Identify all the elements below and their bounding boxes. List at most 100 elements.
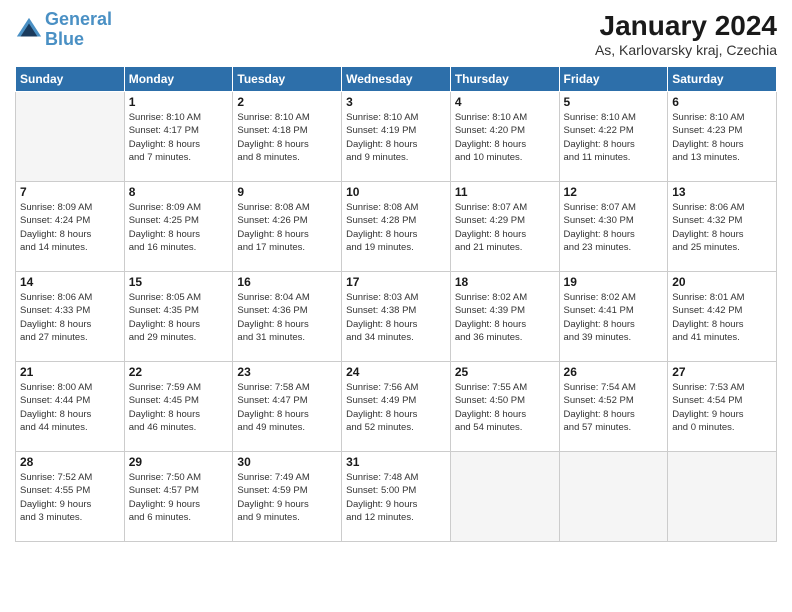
calendar-cell: 13 Sunrise: 8:06 AMSunset: 4:32 PMDayligh…	[668, 182, 777, 272]
page-container: General Blue January 2024 As, Karlovarsk…	[0, 0, 792, 552]
weekday-header-monday: Monday	[124, 67, 233, 92]
day-info: Sunrise: 8:10 AMSunset: 4:17 PMDaylight:…	[129, 111, 229, 164]
day-info: Sunrise: 7:54 AMSunset: 4:52 PMDaylight:…	[564, 381, 664, 434]
day-number: 27	[672, 365, 772, 379]
day-info: Sunrise: 7:52 AMSunset: 4:55 PMDaylight:…	[20, 471, 120, 524]
day-info: Sunrise: 8:02 AMSunset: 4:41 PMDaylight:…	[564, 291, 664, 344]
day-info: Sunrise: 8:06 AMSunset: 4:32 PMDaylight:…	[672, 201, 772, 254]
weekday-header-wednesday: Wednesday	[342, 67, 451, 92]
day-number: 15	[129, 275, 229, 289]
day-number: 23	[237, 365, 337, 379]
calendar-cell: 11 Sunrise: 8:07 AMSunset: 4:29 PMDayligh…	[450, 182, 559, 272]
day-info: Sunrise: 7:59 AMSunset: 4:45 PMDaylight:…	[129, 381, 229, 434]
day-info: Sunrise: 7:49 AMSunset: 4:59 PMDaylight:…	[237, 471, 337, 524]
day-number: 4	[455, 95, 555, 109]
calendar-cell	[16, 92, 125, 182]
location-label: As, Karlovarsky kraj, Czechia	[595, 42, 777, 58]
day-info: Sunrise: 7:53 AMSunset: 4:54 PMDaylight:…	[672, 381, 772, 434]
calendar-cell: 20 Sunrise: 8:01 AMSunset: 4:42 PMDayligh…	[668, 272, 777, 362]
day-number: 30	[237, 455, 337, 469]
weekday-header-sunday: Sunday	[16, 67, 125, 92]
logo-text: General Blue	[45, 10, 112, 50]
day-number: 7	[20, 185, 120, 199]
calendar-cell	[559, 452, 668, 542]
day-info: Sunrise: 8:02 AMSunset: 4:39 PMDaylight:…	[455, 291, 555, 344]
calendar-cell: 12 Sunrise: 8:07 AMSunset: 4:30 PMDayligh…	[559, 182, 668, 272]
day-info: Sunrise: 8:10 AMSunset: 4:18 PMDaylight:…	[237, 111, 337, 164]
day-info: Sunrise: 7:58 AMSunset: 4:47 PMDaylight:…	[237, 381, 337, 434]
day-number: 11	[455, 185, 555, 199]
day-number: 28	[20, 455, 120, 469]
calendar-cell: 23 Sunrise: 7:58 AMSunset: 4:47 PMDayligh…	[233, 362, 342, 452]
day-info: Sunrise: 7:56 AMSunset: 4:49 PMDaylight:…	[346, 381, 446, 434]
weekday-header-tuesday: Tuesday	[233, 67, 342, 92]
day-number: 18	[455, 275, 555, 289]
calendar-cell: 1Sunrise: 8:10 AMSunset: 4:17 PMDaylight…	[124, 92, 233, 182]
calendar-cell: 16Sunrise: 8:04 AMSunset: 4:36 PMDayligh…	[233, 272, 342, 362]
weekday-header-friday: Friday	[559, 67, 668, 92]
day-info: Sunrise: 8:05 AMSunset: 4:35 PMDaylight:…	[129, 291, 229, 344]
weekday-header-saturday: Saturday	[668, 67, 777, 92]
day-number: 20	[672, 275, 772, 289]
calendar-cell: 17Sunrise: 8:03 AMSunset: 4:38 PMDayligh…	[342, 272, 451, 362]
day-info: Sunrise: 8:08 AMSunset: 4:28 PMDaylight:…	[346, 201, 446, 254]
day-number: 8	[129, 185, 229, 199]
logo-line2: Blue	[45, 29, 84, 49]
day-number: 12	[564, 185, 664, 199]
day-info: Sunrise: 8:08 AMSunset: 4:26 PMDaylight:…	[237, 201, 337, 254]
day-number: 29	[129, 455, 229, 469]
logo-line1: General	[45, 9, 112, 29]
calendar-cell: 19 Sunrise: 8:02 AMSunset: 4:41 PMDayligh…	[559, 272, 668, 362]
day-number: 31	[346, 455, 446, 469]
calendar-cell: 4Sunrise: 8:10 AMSunset: 4:20 PMDaylight…	[450, 92, 559, 182]
week-row-3: 14 Sunrise: 8:06 AMSunset: 4:33 PMDayligh…	[16, 272, 777, 362]
calendar-cell: 3 Sunrise: 8:10 AMSunset: 4:19 PMDaylight…	[342, 92, 451, 182]
day-info: Sunrise: 8:07 AMSunset: 4:29 PMDaylight:…	[455, 201, 555, 254]
day-number: 22	[129, 365, 229, 379]
calendar-cell: 25 Sunrise: 7:55 AMSunset: 4:50 PMDayligh…	[450, 362, 559, 452]
day-number: 21	[20, 365, 120, 379]
day-info: Sunrise: 7:50 AMSunset: 4:57 PMDaylight:…	[129, 471, 229, 524]
calendar-cell: 30 Sunrise: 7:49 AMSunset: 4:59 PMDayligh…	[233, 452, 342, 542]
page-header: General Blue January 2024 As, Karlovarsk…	[15, 10, 777, 58]
calendar-cell: 2Sunrise: 8:10 AMSunset: 4:18 PMDaylight…	[233, 92, 342, 182]
day-info: Sunrise: 8:00 AMSunset: 4:44 PMDaylight:…	[20, 381, 120, 434]
day-number: 17	[346, 275, 446, 289]
day-number: 13	[672, 185, 772, 199]
day-number: 3	[346, 95, 446, 109]
day-number: 19	[564, 275, 664, 289]
day-info: Sunrise: 8:09 AMSunset: 4:25 PMDaylight:…	[129, 201, 229, 254]
day-info: Sunrise: 8:07 AMSunset: 4:30 PMDaylight:…	[564, 201, 664, 254]
day-number: 25	[455, 365, 555, 379]
day-number: 26	[564, 365, 664, 379]
day-info: Sunrise: 8:01 AMSunset: 4:42 PMDaylight:…	[672, 291, 772, 344]
week-row-1: 1Sunrise: 8:10 AMSunset: 4:17 PMDaylight…	[16, 92, 777, 182]
day-info: Sunrise: 8:10 AMSunset: 4:19 PMDaylight:…	[346, 111, 446, 164]
calendar-cell: 21 Sunrise: 8:00 AMSunset: 4:44 PMDayligh…	[16, 362, 125, 452]
day-number: 14	[20, 275, 120, 289]
calendar-table: SundayMondayTuesdayWednesdayThursdayFrid…	[15, 66, 777, 542]
calendar-cell: 27 Sunrise: 7:53 AMSunset: 4:54 PMDayligh…	[668, 362, 777, 452]
calendar-cell: 9Sunrise: 8:08 AMSunset: 4:26 PMDaylight…	[233, 182, 342, 272]
day-info: Sunrise: 8:06 AMSunset: 4:33 PMDaylight:…	[20, 291, 120, 344]
calendar-cell: 18 Sunrise: 8:02 AMSunset: 4:39 PMDayligh…	[450, 272, 559, 362]
day-number: 5	[564, 95, 664, 109]
calendar-cell: 14 Sunrise: 8:06 AMSunset: 4:33 PMDayligh…	[16, 272, 125, 362]
logo-icon	[15, 16, 43, 44]
calendar-cell: 26 Sunrise: 7:54 AMSunset: 4:52 PMDayligh…	[559, 362, 668, 452]
day-info: Sunrise: 7:55 AMSunset: 4:50 PMDaylight:…	[455, 381, 555, 434]
week-row-5: 28 Sunrise: 7:52 AMSunset: 4:55 PMDayligh…	[16, 452, 777, 542]
calendar-cell: 5Sunrise: 8:10 AMSunset: 4:22 PMDaylight…	[559, 92, 668, 182]
calendar-cell: 28 Sunrise: 7:52 AMSunset: 4:55 PMDayligh…	[16, 452, 125, 542]
weekday-header-row: SundayMondayTuesdayWednesdayThursdayFrid…	[16, 67, 777, 92]
day-number: 24	[346, 365, 446, 379]
logo: General Blue	[15, 10, 112, 50]
week-row-4: 21 Sunrise: 8:00 AMSunset: 4:44 PMDayligh…	[16, 362, 777, 452]
week-row-2: 7Sunrise: 8:09 AMSunset: 4:24 PMDaylight…	[16, 182, 777, 272]
title-section: January 2024 As, Karlovarsky kraj, Czech…	[595, 10, 777, 58]
calendar-cell: 31Sunrise: 7:48 AMSunset: 5:00 PMDayligh…	[342, 452, 451, 542]
calendar-cell: 29 Sunrise: 7:50 AMSunset: 4:57 PMDayligh…	[124, 452, 233, 542]
calendar-cell: 8 Sunrise: 8:09 AMSunset: 4:25 PMDaylight…	[124, 182, 233, 272]
calendar-cell	[450, 452, 559, 542]
calendar-cell: 10Sunrise: 8:08 AMSunset: 4:28 PMDayligh…	[342, 182, 451, 272]
